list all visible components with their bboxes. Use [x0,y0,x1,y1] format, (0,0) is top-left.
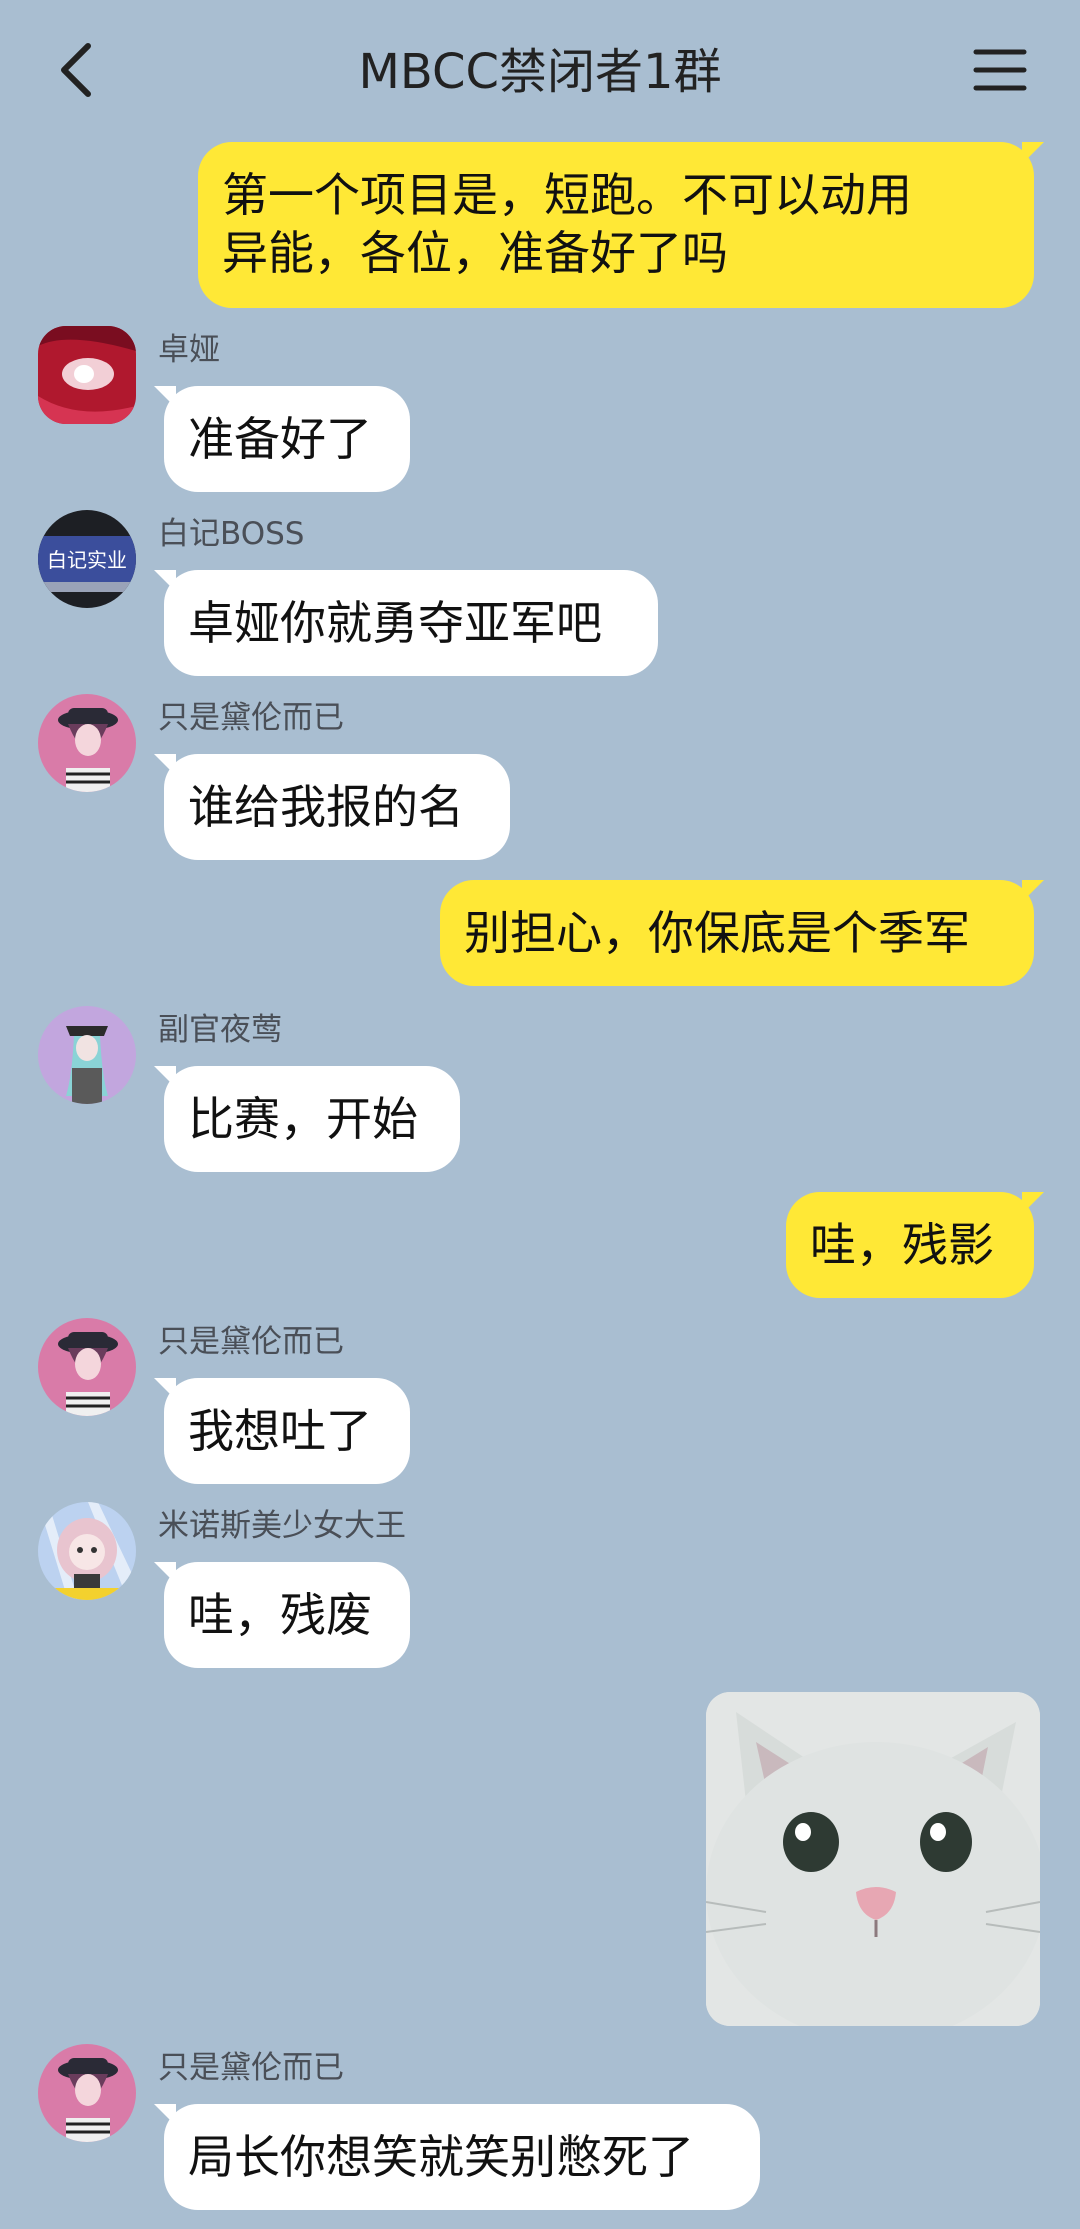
sender-name: 只是黛伦而已 [158,2050,344,2086]
incoming-message[interactable]: 我想吐了 [154,1378,410,1484]
message-text-line: 异能，各位，准备好了吗 [222,226,728,280]
sender-name: 只是黛伦而已 [158,700,344,736]
menu-button[interactable] [968,40,1032,100]
avatar-dailun[interactable] [38,694,136,792]
chat-title: MBCC禁闭者1群 [358,44,722,100]
avatar-baiji-boss[interactable]: 白记实业 [38,510,136,608]
avatar-zhuoya[interactable] [38,326,136,424]
sender-name: 只是黛伦而已 [158,1324,344,1360]
incoming-message[interactable]: 卓娅你就勇夺亚军吧 [154,570,658,676]
message-text-line: 第一个项目是，短跑。不可以动用 [222,168,912,222]
outgoing-message[interactable]: 哇，残影 [786,1192,1044,1298]
sender-name: 白记BOSS [158,516,305,552]
outgoing-message[interactable]: 别担心，你保底是个季军 [440,880,1044,986]
cat-sticker-image[interactable] [706,1692,1040,2026]
incoming-message[interactable]: 准备好了 [154,386,410,492]
incoming-message[interactable]: 比赛，开始 [154,1066,460,1172]
avatar-dailun[interactable] [38,2044,136,2142]
incoming-message[interactable]: 局长你想笑就笑别憋死了 [154,2104,760,2210]
chat-header: MBCC禁闭者1群 [0,0,1080,140]
sender-name: 副官夜莺 [158,1012,282,1048]
avatar-minuosi[interactable] [38,1502,136,1600]
sender-name: 卓娅 [158,332,220,368]
hamburger-menu-icon [973,49,1027,91]
sender-name: 米诺斯美少女大王 [158,1508,406,1544]
avatar-sign-text: 白记实业 [47,548,127,572]
avatar-fuguan-yeying[interactable] [38,1006,136,1104]
outgoing-message[interactable]: 第一个项目是，短跑。不可以动用 异能，各位，准备好了吗 [198,142,1044,308]
incoming-message[interactable]: 谁给我报的名 [154,754,510,860]
incoming-message[interactable]: 哇，残废 [154,1562,410,1668]
avatar-dailun[interactable] [38,1318,136,1416]
